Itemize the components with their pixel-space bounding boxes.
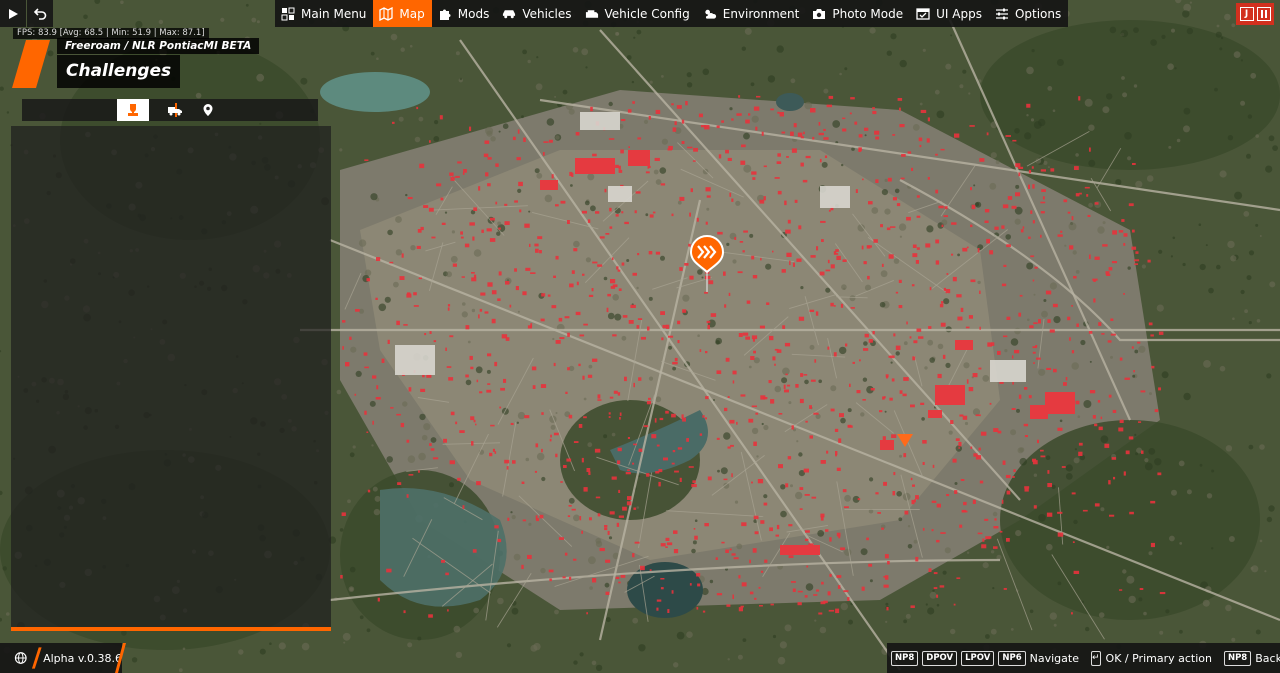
vehicle-trailer-icon	[168, 107, 182, 116]
key-np8-back: NP8	[1223, 650, 1252, 666]
menu-label: Options	[1014, 6, 1062, 21]
challenge-icon	[128, 104, 138, 116]
menu-label: Photo Mode	[832, 6, 904, 21]
puzzle-icon	[438, 7, 452, 21]
forest-area	[980, 20, 1280, 170]
pause-button[interactable]	[1256, 7, 1271, 21]
commercial-building	[1030, 405, 1048, 419]
menu-vehicle-config[interactable]: Vehicle Config	[579, 0, 697, 27]
commercial-building	[575, 158, 615, 174]
commercial-building	[540, 180, 558, 190]
j-button[interactable]: J	[1239, 7, 1254, 21]
version-area: Alpha v.0.38.6	[0, 643, 122, 673]
menu-main-menu[interactable]: Main Menu	[275, 0, 373, 27]
location-pin-icon	[203, 104, 213, 116]
accent-stripe	[12, 40, 50, 88]
commercial-building	[628, 150, 650, 166]
white-roof-building	[990, 360, 1026, 382]
top-right-controls: J	[1236, 3, 1274, 25]
menu-ui-apps[interactable]: UI Apps	[910, 0, 989, 27]
j-icon: J	[1244, 9, 1249, 19]
weather-icon	[703, 7, 717, 21]
player-marker-icon[interactable]	[689, 234, 725, 294]
camera-icon	[812, 7, 826, 21]
white-roof-building	[580, 112, 620, 130]
engine-icon	[585, 7, 599, 21]
undo-icon	[33, 8, 46, 20]
menu-label: UI Apps	[936, 6, 982, 21]
commercial-building	[1045, 392, 1075, 414]
accent-slash-right	[115, 643, 126, 673]
key-np6: NP6	[998, 650, 1026, 666]
menu-map[interactable]: Map	[373, 0, 432, 27]
menu-options[interactable]: Options	[989, 0, 1068, 27]
vehicle-direction-icon	[897, 434, 913, 447]
page-title: Challenges	[57, 55, 181, 88]
page-subtitle: Freeroam / NLR PontiacMI BETA	[57, 38, 260, 54]
commercial-building	[955, 340, 973, 350]
top-left-controls	[0, 0, 53, 27]
challenges-panel[interactable]	[11, 126, 331, 627]
hint-ok: OK / Primary action	[1105, 651, 1212, 665]
input-hints: NP8 DPOV LPOV NP6 Navigate ↵ OK / Primar…	[887, 643, 1280, 673]
menu-photo-mode[interactable]: Photo Mode	[806, 0, 910, 27]
car-icon	[502, 7, 516, 21]
white-roof-building	[608, 186, 632, 202]
menu-label: Vehicles	[522, 6, 572, 21]
map-icon	[379, 6, 394, 21]
key-lpov: LPOV	[961, 650, 995, 666]
bottom-bar: Alpha v.0.38.6 NP8 DPOV LPOV NP6 Navigat…	[0, 643, 1280, 673]
version-label: Alpha v.0.38.6	[43, 651, 122, 665]
menu-environment[interactable]: Environment	[697, 0, 807, 27]
tab-vehicles[interactable]	[159, 99, 191, 121]
tab-locations[interactable]	[192, 99, 224, 121]
pause-icon	[1260, 10, 1267, 18]
menu-label: Environment	[722, 6, 800, 21]
hint-navigate: Navigate	[1029, 651, 1079, 665]
globe-icon[interactable]	[14, 651, 28, 665]
panel-accent-bar	[11, 627, 331, 631]
key-dpov: DPOV	[922, 650, 958, 666]
play-button[interactable]	[0, 0, 26, 27]
accent-slash	[31, 647, 42, 669]
menu-label: Map	[399, 6, 425, 21]
tab-challenges[interactable]	[117, 99, 149, 121]
commercial-building	[880, 440, 894, 450]
menu-label: Main Menu	[301, 6, 367, 21]
play-icon	[9, 8, 18, 19]
hint-back: Back	[1255, 651, 1280, 665]
commercial-building	[928, 410, 942, 418]
main-menu-bar: Main Menu Map Mods Vehicles Vehicle Conf…	[275, 0, 1069, 27]
undo-button[interactable]	[27, 0, 53, 27]
lake	[320, 72, 430, 112]
panel-tabs	[22, 99, 318, 121]
menu-vehicles[interactable]: Vehicles	[496, 0, 578, 27]
ui-apps-icon	[916, 7, 930, 21]
white-roof-building	[395, 345, 435, 375]
commercial-building	[935, 385, 965, 405]
main-menu-icon	[281, 7, 295, 21]
menu-mods[interactable]: Mods	[432, 0, 497, 27]
menu-label: Vehicle Config	[604, 6, 690, 21]
top-bar: Main Menu Map Mods Vehicles Vehicle Conf…	[0, 0, 1280, 27]
white-roof-building	[820, 186, 850, 208]
enter-icon: ↵	[1090, 650, 1101, 666]
lake	[776, 93, 804, 111]
commercial-building	[780, 545, 820, 555]
key-np8: NP8	[891, 650, 919, 666]
sliders-icon	[995, 7, 1009, 21]
menu-label: Mods	[457, 6, 490, 21]
